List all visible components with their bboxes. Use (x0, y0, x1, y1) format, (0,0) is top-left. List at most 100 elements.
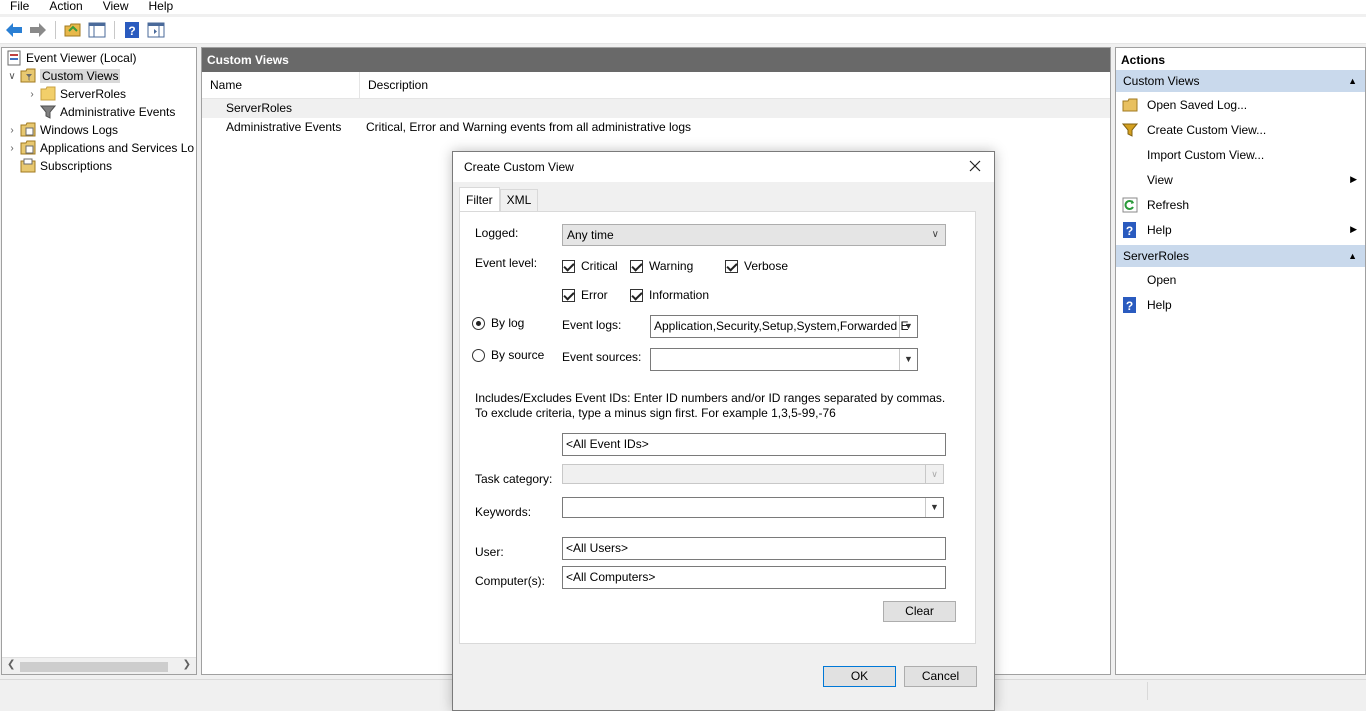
close-icon[interactable] (963, 155, 987, 177)
critical-checkbox[interactable]: Critical (562, 259, 618, 273)
tab-xml[interactable]: XML (499, 189, 539, 211)
show-pane-icon[interactable] (87, 20, 107, 40)
action-pane-icon[interactable] (146, 20, 166, 40)
action-label: Refresh (1147, 197, 1190, 212)
tree-item-label: Event Viewer (Local) (26, 51, 137, 65)
radio-label: By log (491, 316, 525, 330)
tree-item-label: Administrative Events (60, 105, 176, 119)
menu-bar: File Action View Help (0, 0, 1366, 14)
task-category-label: Task category: (475, 472, 553, 486)
help-icon: ? (1122, 296, 1138, 313)
keywords-dropdown[interactable]: ▼ (562, 497, 944, 518)
radio-unselected (472, 348, 485, 362)
checkbox-checked (562, 288, 575, 302)
chevron-right-icon[interactable]: › (26, 89, 38, 100)
action-help[interactable]: ? Help ▶ (1116, 217, 1365, 242)
action-import-custom-view[interactable]: Import Custom View... (1116, 142, 1365, 167)
logged-dropdown[interactable]: Any time ∨ (562, 224, 946, 246)
user-input[interactable]: <All Users> (562, 537, 946, 560)
refresh-icon (1122, 197, 1138, 213)
verbose-checkbox[interactable]: Verbose (725, 259, 788, 273)
menu-file[interactable]: File (0, 0, 39, 14)
computer-label: Computer(s): (475, 574, 546, 588)
action-refresh[interactable]: Refresh (1116, 192, 1365, 217)
clear-button[interactable]: Clear (883, 601, 956, 622)
chevron-right-icon[interactable]: › (6, 125, 18, 136)
action-label: Open Saved Log... (1147, 97, 1248, 112)
section-header-label: ServerRoles (1123, 249, 1190, 263)
event-logs-field[interactable]: Application,Security,Setup,System,Forwar… (650, 315, 918, 338)
action-label: View (1147, 172, 1173, 187)
row-name: ServerRoles (226, 101, 293, 115)
column-header-description[interactable]: Description (360, 72, 428, 98)
action-open-saved-log[interactable]: Open Saved Log... (1116, 92, 1365, 117)
computer-value: <All Computers> (566, 570, 656, 584)
menu-action[interactable]: Action (39, 0, 92, 14)
radio-selected (472, 316, 485, 330)
table-row[interactable]: ServerRoles (202, 99, 1110, 118)
checkbox-label: Verbose (744, 259, 789, 273)
scroll-right-icon[interactable]: ❯ (183, 659, 191, 670)
tree-item-event-viewer[interactable]: Event Viewer (Local) (4, 49, 137, 67)
ok-button[interactable]: OK (823, 666, 896, 687)
forward-arrow-icon[interactable] (28, 20, 48, 40)
subscriptions-icon (20, 158, 36, 174)
tab-filter[interactable]: Filter (459, 187, 500, 211)
computer-input[interactable]: <All Computers> (562, 566, 946, 589)
filter-icon (39, 104, 57, 120)
chevron-down-icon[interactable]: ▼ (899, 316, 917, 337)
chevron-down-icon[interactable]: ▼ (925, 498, 943, 517)
event-sources-field[interactable]: ▼ (650, 348, 918, 371)
table-row[interactable]: Administrative Events Critical, Error an… (202, 118, 1110, 137)
collapse-icon[interactable]: ▲ (1348, 70, 1357, 92)
event-ids-input[interactable]: <All Event IDs> (562, 433, 946, 456)
logged-value: Any time (567, 228, 614, 242)
action-section-serverroles[interactable]: ServerRoles ▲ (1116, 245, 1365, 267)
by-log-radio[interactable]: By log (472, 316, 524, 330)
folder-icon (40, 86, 56, 102)
error-checkbox[interactable]: Error (562, 288, 608, 302)
tree-item-applications-services[interactable]: › Applications and Services Lo (6, 139, 194, 157)
tree-item-administrative-events[interactable]: Administrative Events (38, 103, 175, 121)
logged-label: Logged: (475, 226, 519, 240)
action-section-custom-views[interactable]: Custom Views ▲ (1116, 70, 1365, 92)
event-level-label: Event level: (475, 256, 538, 270)
action-open[interactable]: Open (1116, 267, 1365, 292)
menu-view[interactable]: View (93, 0, 139, 14)
action-label: Create Custom View... (1147, 122, 1267, 137)
column-header-name[interactable]: Name (202, 72, 360, 98)
collapse-icon[interactable]: ▲ (1348, 245, 1357, 267)
chevron-right-icon[interactable]: › (6, 143, 18, 154)
chevron-down-icon[interactable]: ▼ (899, 349, 917, 370)
tree-item-label: Subscriptions (40, 159, 113, 173)
by-source-radio[interactable]: By source (472, 348, 544, 362)
scroll-left-icon[interactable]: ❮ (7, 659, 15, 670)
warning-checkbox[interactable]: Warning (630, 259, 693, 273)
navigation-tree: Event Viewer (Local) ∨ Custom Views › Se… (1, 47, 197, 675)
action-view[interactable]: View ▶ (1116, 167, 1365, 192)
back-arrow-icon[interactable] (4, 20, 24, 40)
logs-folder-icon (20, 140, 36, 156)
help-icon[interactable]: ? (122, 20, 142, 40)
action-create-custom-view[interactable]: Create Custom View... (1116, 117, 1365, 142)
menu-help[interactable]: Help (139, 0, 184, 14)
status-divider (1147, 682, 1148, 700)
tree-item-subscriptions[interactable]: Subscriptions (18, 157, 112, 175)
tree-item-windows-logs[interactable]: › Windows Logs (6, 121, 118, 139)
event-ids-value: <All Event IDs> (566, 437, 649, 451)
action-help-serverroles[interactable]: ? Help (1116, 292, 1365, 317)
dialog-title-bar: Create Custom View (453, 152, 994, 182)
tree-item-label: Applications and Services Lo (40, 141, 195, 155)
scroll-thumb[interactable] (20, 662, 168, 672)
open-folder-icon[interactable] (63, 20, 83, 40)
tree-item-serverroles[interactable]: › ServerRoles (26, 85, 126, 103)
checkbox-label: Critical (581, 259, 618, 273)
chevron-down-icon[interactable]: ∨ (6, 71, 18, 82)
horizontal-scrollbar[interactable]: ❮ ❯ (2, 657, 196, 674)
information-checkbox[interactable]: Information (630, 288, 709, 302)
tree-item-label: Windows Logs (40, 123, 119, 137)
help-icon: ? (1122, 221, 1138, 238)
action-label: Help (1147, 222, 1172, 237)
cancel-button[interactable]: Cancel (904, 666, 977, 687)
tree-item-custom-views[interactable]: ∨ Custom Views (6, 67, 121, 85)
